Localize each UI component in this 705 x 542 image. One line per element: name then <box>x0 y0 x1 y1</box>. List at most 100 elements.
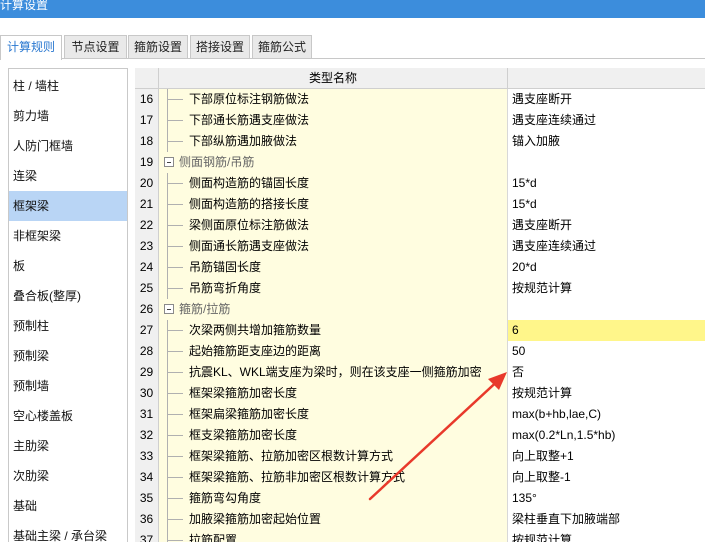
setting-name-text: 次梁两侧共增加箍筋数量 <box>189 323 322 337</box>
setting-value[interactable]: 20*d <box>508 257 705 278</box>
sidebar-item-column[interactable]: 柱 / 墙柱 <box>9 71 127 101</box>
row-number: 16 <box>135 89 159 110</box>
table-row[interactable]: 24 吊筋锚固长度 20*d <box>135 257 705 278</box>
tree-line-horizontal <box>167 183 183 184</box>
row-number: 20 <box>135 173 159 194</box>
setting-value[interactable]: 135° <box>508 488 705 509</box>
setting-name-text: 吊筋弯折角度 <box>189 281 262 295</box>
table-row[interactable]: 25 吊筋弯折角度 按规范计算 <box>135 278 705 299</box>
setting-value[interactable] <box>508 299 705 320</box>
setting-value[interactable]: 锚入加腋 <box>508 131 705 152</box>
setting-value[interactable]: 遇支座连续通过 <box>508 110 705 131</box>
group-row[interactable]: 19 侧面钢筋/吊筋 <box>135 152 705 173</box>
header-type-name: 类型名称 <box>159 68 508 89</box>
table-row[interactable]: 37 拉筋配置 按规范计算 <box>135 530 705 542</box>
row-number: 33 <box>135 446 159 467</box>
sidebar-item-civil-defense-wall[interactable]: 人防门框墙 <box>9 131 127 161</box>
setting-value[interactable]: 按规范计算 <box>508 530 705 542</box>
setting-value[interactable]: 遇支座连续通过 <box>508 236 705 257</box>
settings-grid[interactable]: 类型名称 16 下部原位标注钢筋做法 遇支座断开 17 下部通长筋遇支座做法 遇支座连续通… <box>135 68 705 542</box>
table-row[interactable]: 30 框架梁箍筋加密长度 按规范计算 <box>135 383 705 404</box>
tree-line-horizontal <box>167 351 183 352</box>
sidebar-item-precast-column[interactable]: 预制柱 <box>9 311 127 341</box>
table-row[interactable]: 17 下部通长筋遇支座做法 遇支座连续通过 <box>135 110 705 131</box>
setting-name: 框架梁箍筋加密长度 <box>159 383 508 404</box>
tree-line-horizontal <box>167 477 183 478</box>
setting-name-text: 抗震KL、WKL端支座为梁时，则在该支座一侧箍筋加密 <box>189 365 482 379</box>
setting-name-text: 加腋梁箍筋加密起始位置 <box>189 512 322 526</box>
setting-value[interactable]: 遇支座断开 <box>508 215 705 236</box>
setting-value[interactable]: 向上取整+1 <box>508 446 705 467</box>
sidebar-item-foundation[interactable]: 基础 <box>9 491 127 521</box>
tree-line-horizontal <box>167 120 183 121</box>
tree-line-horizontal <box>167 456 183 457</box>
window-title: 计算设置 <box>0 0 49 12</box>
setting-name-text: 框架扁梁箍筋加密长度 <box>189 407 310 421</box>
setting-name-text: 侧面构造筋的锚固长度 <box>189 176 310 190</box>
setting-value[interactable]: max(0.2*Ln,1.5*hb) <box>508 425 705 446</box>
setting-value[interactable]: 否 <box>508 362 705 383</box>
table-row[interactable]: 18 下部纵筋遇加腋做法 锚入加腋 <box>135 131 705 152</box>
setting-value[interactable]: 15*d <box>508 194 705 215</box>
sidebar-item-coupling-beam[interactable]: 连梁 <box>9 161 127 191</box>
setting-value[interactable] <box>508 152 705 173</box>
collapse-toggle-icon[interactable] <box>164 304 174 314</box>
table-row[interactable]: 28 起始箍筋距支座边的距离 50 <box>135 341 705 362</box>
table-row[interactable]: 21 侧面构造筋的搭接长度 15*d <box>135 194 705 215</box>
sidebar-item-precast-wall[interactable]: 预制墙 <box>9 371 127 401</box>
setting-value[interactable]: 按规范计算 <box>508 278 705 299</box>
sidebar-item-main-rib-beam[interactable]: 主肋梁 <box>9 431 127 461</box>
sidebar-item-composite-slab[interactable]: 叠合板(整厚) <box>9 281 127 311</box>
tab-stirrup-formula[interactable]: 箍筋公式 <box>252 35 312 59</box>
table-row[interactable]: 27 次梁两侧共增加箍筋数量 6 <box>135 320 705 341</box>
tab-stirrup-settings[interactable]: 箍筋设置 <box>128 35 188 59</box>
tree-line-horizontal <box>167 330 183 331</box>
table-row[interactable]: 32 框支梁箍筋加密长度 max(0.2*Ln,1.5*hb) <box>135 425 705 446</box>
setting-name: 框架扁梁箍筋加密长度 <box>159 404 508 425</box>
setting-name-text: 箍筋/拉筋 <box>179 302 231 316</box>
table-row[interactable]: 23 侧面通长筋遇支座做法 遇支座连续通过 <box>135 236 705 257</box>
sidebar-item-hollow-slab[interactable]: 空心楼盖板 <box>9 401 127 431</box>
setting-name: 框架梁箍筋、拉筋加密区根数计算方式 <box>159 446 508 467</box>
table-row[interactable]: 33 框架梁箍筋、拉筋加密区根数计算方式 向上取整+1 <box>135 446 705 467</box>
setting-name: 吊筋锚固长度 <box>159 257 508 278</box>
setting-name: 侧面通长筋遇支座做法 <box>159 236 508 257</box>
sidebar-item-non-frame-beam[interactable]: 非框架梁 <box>9 221 127 251</box>
table-row[interactable]: 35 箍筋弯勾角度 135° <box>135 488 705 509</box>
row-number: 21 <box>135 194 159 215</box>
tab-calc-rules[interactable]: 计算规则 <box>0 35 62 60</box>
setting-name: 下部原位标注钢筋做法 <box>159 89 508 110</box>
table-row[interactable]: 22 梁侧面原位标注筋做法 遇支座断开 <box>135 215 705 236</box>
sidebar-item-secondary-rib-beam[interactable]: 次肋梁 <box>9 461 127 491</box>
table-row[interactable]: 29 抗震KL、WKL端支座为梁时，则在该支座一侧箍筋加密 否 <box>135 362 705 383</box>
table-row[interactable]: 34 框架梁箍筋、拉筋非加密区根数计算方式 向上取整-1 <box>135 467 705 488</box>
sidebar-item-foundation-beam[interactable]: 基础主梁 / 承台梁 <box>9 521 127 542</box>
setting-value[interactable]: 向上取整-1 <box>508 467 705 488</box>
setting-value[interactable]: 遇支座断开 <box>508 89 705 110</box>
setting-value[interactable]: 50 <box>508 341 705 362</box>
setting-value[interactable]: max(b+hb,lae,C) <box>508 404 705 425</box>
row-number: 17 <box>135 110 159 131</box>
group-name: 侧面钢筋/吊筋 <box>159 152 508 173</box>
group-row[interactable]: 26 箍筋/拉筋 <box>135 299 705 320</box>
grid-header: 类型名称 <box>135 68 705 89</box>
sidebar-item-slab[interactable]: 板 <box>9 251 127 281</box>
sidebar-item-shear-wall[interactable]: 剪力墙 <box>9 101 127 131</box>
row-number: 22 <box>135 215 159 236</box>
setting-value[interactable]: 6 <box>508 320 705 341</box>
table-row[interactable]: 16 下部原位标注钢筋做法 遇支座断开 <box>135 89 705 110</box>
table-row[interactable]: 20 侧面构造筋的锚固长度 15*d <box>135 173 705 194</box>
collapse-toggle-icon[interactable] <box>164 157 174 167</box>
sidebar-item-precast-beam[interactable]: 预制梁 <box>9 341 127 371</box>
setting-value[interactable]: 梁柱垂直下加腋端部 <box>508 509 705 530</box>
setting-name-text: 下部纵筋遇加腋做法 <box>189 134 298 148</box>
setting-name-text: 侧面钢筋/吊筋 <box>179 155 255 169</box>
tab-lap-settings[interactable]: 搭接设置 <box>190 35 250 59</box>
setting-value[interactable]: 按规范计算 <box>508 383 705 404</box>
component-list[interactable]: 柱 / 墙柱 剪力墙 人防门框墙 连梁 框架梁 非框架梁 板 叠合板(整厚) 预… <box>8 68 128 542</box>
table-row[interactable]: 31 框架扁梁箍筋加密长度 max(b+hb,lae,C) <box>135 404 705 425</box>
sidebar-item-frame-beam[interactable]: 框架梁 <box>9 191 127 221</box>
table-row[interactable]: 36 加腋梁箍筋加密起始位置 梁柱垂直下加腋端部 <box>135 509 705 530</box>
setting-value[interactable]: 15*d <box>508 173 705 194</box>
tab-node-settings[interactable]: 节点设置 <box>64 35 127 59</box>
